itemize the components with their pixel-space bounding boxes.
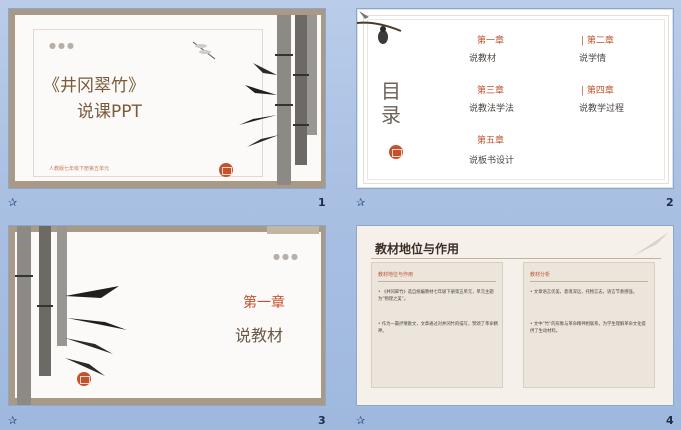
toc-chapter: 第五章 (477, 136, 505, 146)
slide-inner-border (367, 19, 665, 180)
toc-item[interactable]: 说教法学法 (469, 101, 514, 114)
slide-thumbnail-1[interactable]: ●●● 《井冈翠竹》 说课PPT 人教版七年级下册第五单元 (8, 8, 326, 189)
card-title: 教材分析 (530, 272, 551, 278)
heading-divider (371, 258, 661, 259)
slide-thumbnail-4[interactable]: 教材地位与作用 教材地位与作用 • 《井冈翠竹》选自统编教材七年级下册第五单元，… (356, 225, 674, 406)
slide-thumbnail-2[interactable]: 目录 第一章 说教材 | 第二章 说学情 第三章 说教法学法 | 第四章 说教学… (356, 8, 674, 189)
card-title: 教材地位与作用 (378, 272, 414, 278)
content-card-left: 教材地位与作用 • 《井冈翠竹》选自统编教材七年级下册第五单元，单元主题为“物理… (371, 262, 503, 388)
slide-panel: ●●● 《井冈翠竹》 说课PPT 人教版七年级下册第五单元 (15, 15, 321, 185)
toc-heading-text: 目录 (381, 79, 401, 127)
slide-number: 3 (318, 414, 326, 427)
slide-heading: 教材地位与作用 (375, 242, 460, 256)
bullet-text: 作为一篇抒情散文，文章通过对井冈竹的描写，赞颂了革命精神。 (378, 322, 498, 334)
slide-transition-icon[interactable]: ✰ (356, 414, 365, 427)
bullet-item: • 文章语言优美，意境深远，托物言志，语言节奏感强。 (530, 290, 638, 295)
bullet-text: 文章语言优美，意境深远，托物言志，语言节奏感强。 (533, 290, 638, 295)
toc-heading: 目录 (381, 79, 401, 127)
slide-transition-icon[interactable]: ✰ (8, 414, 17, 427)
slide-transition-icon[interactable]: ✰ (356, 196, 365, 209)
dragonfly-icon (192, 41, 216, 60)
slide-top-tab (267, 226, 319, 234)
slide-subtitle: 说课PPT (77, 102, 142, 122)
slide-title: 说教材 (235, 326, 284, 345)
content-card-right: 教材分析 • 文章语言优美，意境深远，托物言志，语言节奏感强。 • 文中“竹”的… (523, 262, 655, 388)
toc-chapter-text: 第四章 (586, 86, 614, 96)
card-divider (530, 281, 648, 282)
toc-chapter: | 第四章 (581, 86, 614, 96)
bullet-item: • 文中“竹”的形象与革命精神相联系，为学生理解革命文化提供了生动材料。 (530, 322, 646, 334)
seal-stamp-icon (77, 372, 91, 386)
slide-transition-icon[interactable]: ✰ (8, 196, 17, 209)
bullet-item: • 作为一篇抒情散文，文章通过对井冈竹的描写，赞颂了革命精神。 (378, 322, 498, 334)
slide-title: 《井冈翠竹》 (43, 76, 145, 96)
toc-item[interactable]: 说板书设计 (469, 153, 514, 166)
decor-dots: ●●● (49, 41, 76, 50)
bullet-text: 文中“竹”的形象与革命精神相联系，为学生理解革命文化提供了生动材料。 (530, 322, 646, 334)
toc-chapter-text: 第二章 (586, 36, 614, 46)
decor-dots: ●●● (273, 252, 300, 261)
chapter-label: 第一章 (243, 295, 285, 311)
toc-chapter: | 第二章 (581, 36, 614, 46)
toc-chapter: 第一章 (477, 36, 505, 46)
bamboo-painting (239, 15, 317, 185)
bamboo-leaf-decoration (633, 232, 673, 262)
slide-thumbnail-3[interactable]: ●●● 第一章 说教材 (8, 225, 326, 406)
slide-number: 1 (318, 196, 326, 209)
toc-item[interactable]: 说教学过程 (579, 101, 624, 114)
bird-branch-painting (357, 11, 402, 44)
toc-item[interactable]: 说教材 (469, 51, 496, 64)
bullet-text: 《井冈翠竹》选自统编教材七年级下册第五单元，单元主题为“物理之美”。 (378, 290, 494, 302)
bullet-item: • 《井冈翠竹》选自统编教材七年级下册第五单元，单元主题为“物理之美”。 (378, 290, 494, 302)
seal-stamp-icon (389, 145, 403, 159)
slide-number: 4 (666, 414, 674, 427)
toc-item[interactable]: 说学情 (579, 51, 606, 64)
slide-caption: 人教版七年级下册第五单元 (49, 166, 110, 172)
card-divider (378, 281, 496, 282)
toc-chapter: 第三章 (477, 86, 505, 96)
slide-number: 2 (666, 196, 674, 209)
